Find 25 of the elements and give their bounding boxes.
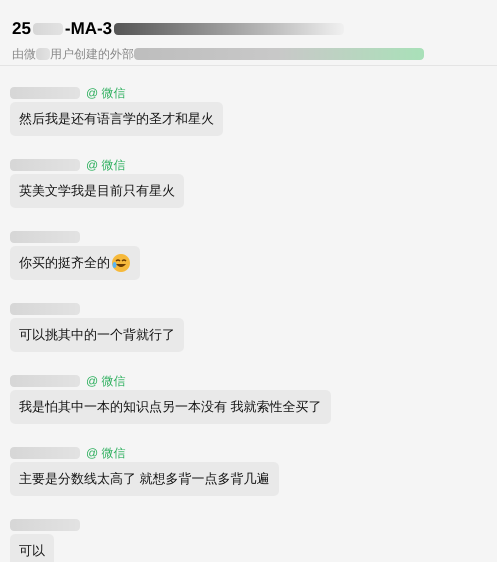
wechat-tag: @ 微信 bbox=[86, 84, 126, 102]
chat-subtitle: 用户创建的外部 bbox=[50, 46, 134, 62]
redaction bbox=[10, 375, 80, 387]
redaction bbox=[36, 48, 50, 60]
redaction bbox=[10, 87, 80, 99]
message-text: 英美文学我是目前只有星火 bbox=[19, 182, 175, 200]
redaction bbox=[10, 303, 80, 315]
chat-title: -MA-3 bbox=[64, 18, 112, 40]
wechat-tag: @ 微信 bbox=[86, 372, 126, 390]
redaction bbox=[10, 159, 80, 171]
redaction bbox=[32, 22, 63, 35]
message-text: 然后我是还有语言学的圣才和星火 bbox=[19, 110, 214, 128]
message-text: 我是怕其中一本的知识点另一本没有 我就索性全买了 bbox=[19, 398, 322, 416]
redaction bbox=[10, 447, 80, 459]
message-text: 可以挑其中的一个背就行了 bbox=[19, 326, 175, 344]
laughing-face-icon bbox=[111, 253, 131, 273]
message-text: 主要是分数线太高了 就想多背一点多背几遍 bbox=[19, 470, 270, 488]
chat-title: 25 bbox=[12, 18, 31, 40]
message-text: 你买的挺齐全的 bbox=[19, 254, 110, 272]
message-text: 可以 bbox=[19, 542, 45, 560]
wechat-tag: @ 微信 bbox=[86, 156, 126, 174]
redaction bbox=[10, 231, 80, 243]
redaction bbox=[10, 519, 80, 531]
chat-subtitle: 由微 bbox=[12, 46, 36, 62]
wechat-tag: @ 微信 bbox=[86, 444, 126, 462]
